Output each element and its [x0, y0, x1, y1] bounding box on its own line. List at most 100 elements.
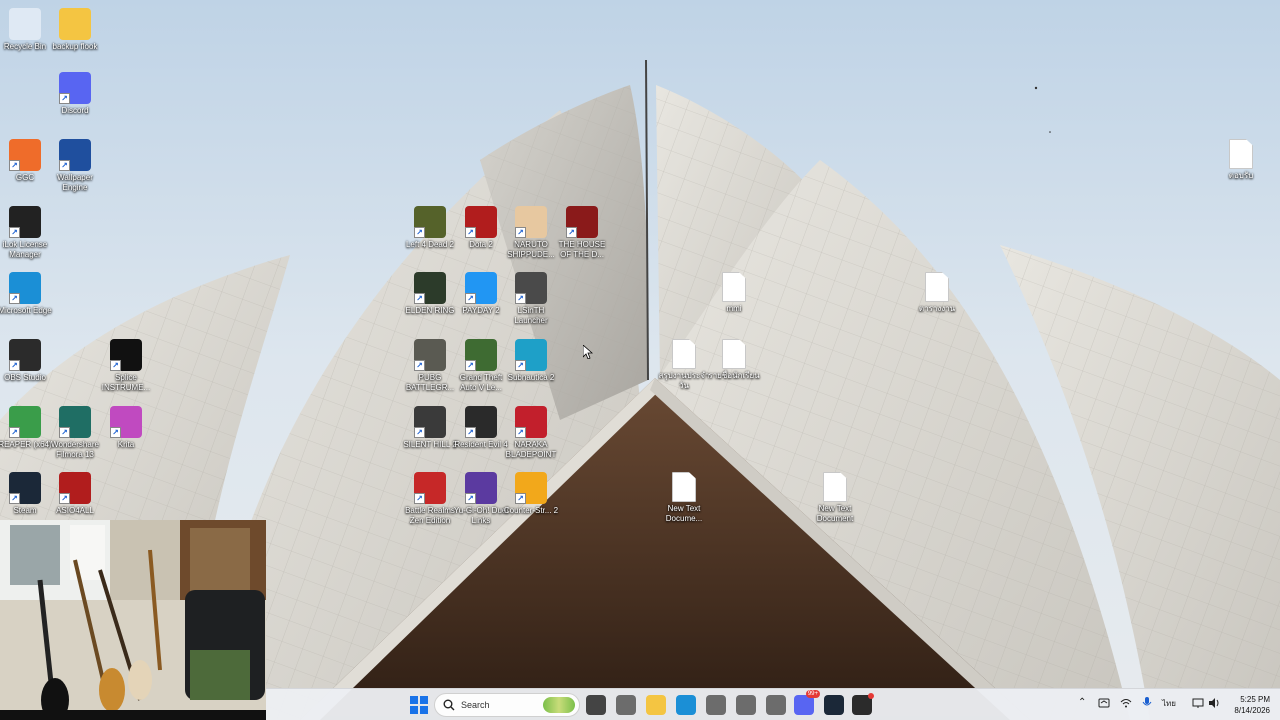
desktop-icon-krita[interactable]: Krita — [97, 406, 155, 450]
edge-icon — [9, 272, 41, 304]
desktop-icon-wallpaper-engine[interactable]: Wallpaper Engine — [46, 139, 104, 193]
taskbar: Search 99+ ⌃ ไทย 5:25 PM 8/14/2026 — [266, 688, 1280, 720]
desktop-icon-edge[interactable]: Microsoft Edge — [0, 272, 54, 316]
taskbar-app-gray-3-icon[interactable] — [736, 695, 756, 715]
desktop-icon-naruto[interactable]: NARUTO SHIPPUDE... — [502, 206, 560, 260]
desktop-icon-label: Left 4 Dead 2 — [405, 240, 455, 249]
taskbar-task-view-icon[interactable] — [586, 695, 606, 715]
desktop-icon-pubg[interactable]: PUBG BATTLEGR... — [401, 339, 459, 393]
taskbar-app-gray-1-icon[interactable] — [616, 695, 636, 715]
pubg-icon — [414, 339, 446, 371]
desktop-icon-text-file[interactable]: New Text Docume... — [655, 472, 713, 524]
ggc-icon — [9, 139, 41, 171]
asio4all-icon — [59, 472, 91, 504]
text-file-icon — [823, 472, 847, 502]
naruto-icon — [515, 206, 547, 238]
desktop-icon-subnautica2[interactable]: Subnautica 2 — [502, 339, 560, 383]
desktop-icon-label: ASIO4ALL — [56, 506, 94, 515]
desktop-icon-filmora[interactable]: Wondershare Filmora 13 — [46, 406, 104, 460]
desktop-icon-label: รายชื่อนักเรียน — [708, 371, 760, 380]
desktop-icon-elden-ring[interactable]: ELDEN RING — [401, 272, 459, 316]
desktop-icon-label: THE HOUSE OF THE D... — [558, 240, 606, 259]
desktop-icon-ilok[interactable]: iLok License Manager — [0, 206, 54, 260]
elden-ring-icon — [414, 272, 446, 304]
ilok-icon — [9, 206, 41, 238]
desktop-icon-battle-realms[interactable]: Battle Realms Zen Edition — [401, 472, 459, 526]
desktop-icon-label: LSinTH Launcher — [514, 306, 548, 325]
battle-realms-icon — [414, 472, 446, 504]
discord-notification-badge: 99+ — [805, 690, 820, 698]
counter-strike-2-icon — [515, 472, 547, 504]
microphone-icon[interactable] — [1142, 697, 1152, 709]
reaper-icon — [9, 406, 41, 438]
desktop-icon-asio4all[interactable]: ASIO4ALL — [46, 472, 104, 516]
desktop-icon-label: Splice INSTRUME... — [101, 373, 151, 392]
recycle-bin-icon — [9, 8, 41, 40]
desktop-icon-label: NARAKA BLADEPOINT — [505, 440, 557, 459]
wallpaper-engine-icon — [59, 139, 91, 171]
lsinth-launcher-icon — [515, 272, 547, 304]
desktop-icon-house-of-the-dead[interactable]: THE HOUSE OF THE D... — [553, 206, 611, 260]
text-file-icon — [925, 272, 949, 302]
taskbar-app-gray-2-icon[interactable] — [706, 695, 726, 715]
house-of-the-dead-icon — [566, 206, 598, 238]
silent-hill-2-icon — [414, 406, 446, 438]
language-indicator[interactable]: ไทย — [1162, 697, 1176, 710]
desktop-icon-obs[interactable]: OBS Studio — [0, 339, 54, 383]
chevron-up-icon[interactable]: ⌃ — [1078, 697, 1086, 708]
taskbar-app-gray-4-icon[interactable] — [766, 695, 786, 715]
gta5-icon — [465, 339, 497, 371]
desktop-icon-label: OBS Studio — [4, 373, 46, 382]
payday2-icon — [465, 272, 497, 304]
text-file-icon — [722, 272, 746, 302]
desktop-icon-silent-hill-2[interactable]: SILENT HILL 2 — [401, 406, 459, 450]
desktop-icon-text-file[interactable]: New Text Document — [806, 472, 864, 524]
desktop-icon-label: Battle Realms Zen Edition — [405, 506, 455, 525]
naraka-icon — [515, 406, 547, 438]
desktop-icon-text-file[interactable]: ตอบรับ — [1212, 139, 1270, 181]
recording-dot-icon — [868, 693, 874, 699]
desktop-icon-label: NARUTO SHIPPUDE... — [507, 240, 555, 259]
mouse-cursor — [583, 345, 593, 359]
clock-date: 8/14/2026 — [1234, 706, 1270, 715]
search-placeholder: Search — [461, 700, 490, 710]
start-button[interactable] — [409, 695, 429, 715]
display-icon[interactable] — [1192, 697, 1204, 709]
desktop-icon-discord[interactable]: Discord — [46, 72, 104, 116]
krita-icon — [110, 406, 142, 438]
desktop-icon-splice[interactable]: Splice INSTRUME... — [97, 339, 155, 393]
taskbar-discord-icon[interactable]: 99+ — [794, 690, 820, 715]
taskbar-file-explorer-icon[interactable] — [646, 695, 666, 715]
desktop-icon-text-file[interactable]: รายชื่อนักเรียน — [705, 339, 763, 381]
desktop-icon-counter-strike-2[interactable]: Counter-Str... 2 — [502, 472, 560, 516]
desktop-icon-folder[interactable]: backup flook — [46, 8, 104, 52]
desktop-icon-text-file[interactable]: ตารางงาน — [908, 272, 966, 314]
text-file-icon — [722, 339, 746, 369]
desktop-icon-label: New Text Docume... — [665, 504, 703, 523]
network-icon[interactable] — [1120, 697, 1132, 709]
taskbar-steam-icon[interactable] — [824, 695, 844, 715]
taskbar-edge-icon[interactable] — [676, 695, 696, 715]
filmora-icon — [59, 406, 91, 438]
desktop-icon-text-file[interactable]: mmi — [705, 272, 763, 314]
desktop-icon-left4dead2[interactable]: Left 4 Dead 2 — [401, 206, 459, 250]
taskbar-search-box[interactable]: Search — [434, 693, 580, 717]
volume-icon[interactable] — [1208, 697, 1220, 709]
text-file-icon — [672, 472, 696, 502]
desktop-icon-label: PUBG BATTLEGR... — [405, 373, 455, 392]
desktop-icon-label: iLok License Manager — [2, 240, 48, 259]
dota2-icon — [465, 206, 497, 238]
sync-icon[interactable] — [1098, 697, 1110, 709]
desktop-icon-naraka[interactable]: NARAKA BLADEPOINT — [502, 406, 560, 460]
desktop-icon-lsinth-launcher[interactable]: LSinTH Launcher — [502, 272, 560, 326]
desktop-icon-label: Wondershare Filmora 13 — [51, 440, 99, 459]
taskbar-obs-icon[interactable] — [852, 693, 874, 715]
webcam-overlay — [0, 520, 266, 720]
desktop-icon-label: New Text Document — [816, 504, 854, 523]
clock-time: 5:25 PM — [1240, 695, 1270, 704]
subnautica2-icon — [515, 339, 547, 371]
obs-icon — [9, 339, 41, 371]
desktop-icon-label: Krita — [117, 440, 135, 449]
system-clock[interactable]: 5:25 PM 8/14/2026 — [1234, 694, 1270, 716]
resident-evil-4-icon — [465, 406, 497, 438]
